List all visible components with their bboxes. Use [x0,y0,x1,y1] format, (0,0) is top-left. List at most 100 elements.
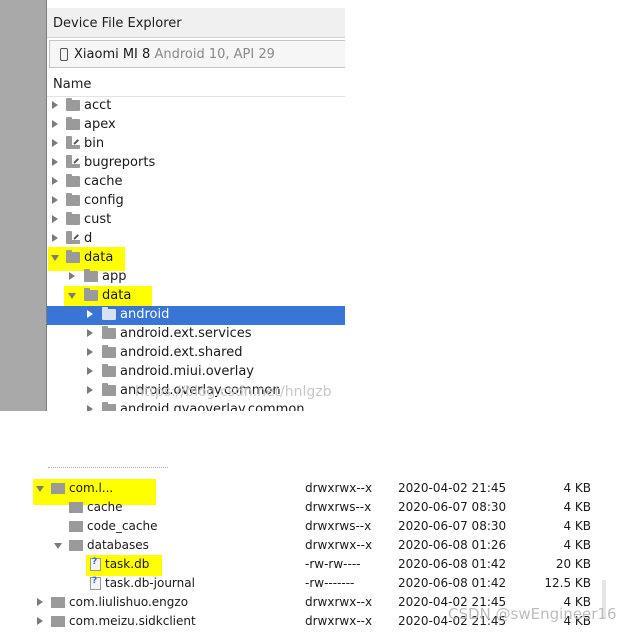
tree-item-label: data [102,288,132,303]
tree-item-acct[interactable]: acct [47,97,345,116]
folder-icon [69,521,83,532]
folder-icon [51,616,65,627]
collapse-arrow-icon[interactable] [51,255,59,261]
collapse-arrow-icon[interactable] [68,293,76,299]
file-permissions: drwxrws--x [305,500,372,514]
panel-title-bar: Device File Explorer [47,8,345,38]
folder-icon [102,364,116,377]
watermark-author: CSDN @swEngineer16 [448,605,617,623]
folder-link-icon [66,231,80,244]
expand-arrow-icon[interactable] [52,215,58,223]
tree-item-cust[interactable]: cust [47,211,345,230]
device-file-explorer-panel: Device File Explorer Xiaomi MI 8 Android… [0,0,345,411]
expand-arrow-icon[interactable] [87,348,93,356]
tree-item-cache[interactable]: cache [47,173,345,192]
file-date: 2020-06-08 01:26 [398,538,507,552]
folder-icon [102,345,116,358]
file-row[interactable]: code_cache drwxrws--x 2020-06-07 08:30 4… [0,518,639,537]
tree-item-data-sub[interactable]: data [47,287,345,306]
file-date: 2020-06-07 08:30 [398,500,507,514]
tree-item-android[interactable]: android [47,306,345,325]
device-selector[interactable]: Xiaomi MI 8 Android 10, API 29 [49,40,345,68]
expand-arrow-icon[interactable] [87,310,93,318]
tree-item-android-ext-shared[interactable]: android.ext.shared [47,344,345,363]
file-size: 4 KB [563,500,591,514]
folder-icon [51,483,65,494]
folder-icon [69,540,83,551]
expand-arrow-icon[interactable] [52,177,58,185]
tree-item-config[interactable]: config [47,192,345,211]
device-label: Xiaomi MI 8 Android 10, API 29 [74,47,275,62]
folder-icon [102,307,116,320]
tree-item-app[interactable]: app [47,268,345,287]
expand-arrow-icon[interactable] [69,272,75,280]
folder-icon [66,250,80,263]
folder-icon [51,597,65,608]
expand-arrow-icon[interactable] [52,120,58,128]
file-permissions: -rw------- [305,576,355,590]
expand-arrow-icon[interactable] [52,101,58,109]
folder-icon [66,117,80,130]
expand-arrow-icon[interactable] [52,234,58,242]
collapse-arrow-icon[interactable] [54,543,62,549]
expand-arrow-icon[interactable] [87,386,93,394]
folder-icon [66,193,80,206]
file-row[interactable]: task.db -rw-rw---- 2020-06-08 01:42 20 K… [0,556,639,575]
file-size: 4 KB [563,481,591,495]
expand-arrow-icon[interactable] [52,158,58,166]
file-row[interactable]: task.db-journal -rw------- 2020-06-08 01… [0,575,639,594]
tree-item-android-miui-overlay[interactable]: android.miui.overlay [47,363,345,382]
folder-link-icon [66,136,80,149]
expand-arrow-icon[interactable] [37,598,43,606]
expand-arrow-icon[interactable] [52,139,58,147]
file-name: com.meizu.sidkclient [69,614,196,628]
folder-icon [69,502,83,513]
tree-item-label: android.miui.overlay [120,364,254,379]
tree-item-d[interactable]: d [47,230,345,249]
expand-arrow-icon[interactable] [37,617,43,625]
expand-arrow-icon[interactable] [52,196,58,204]
file-name: task.db-journal [105,576,195,590]
file-row[interactable]: databases drwxrwx--x 2020-06-08 01:26 4 … [0,537,639,556]
phone-icon [60,48,68,61]
expand-arrow-icon[interactable] [87,405,93,411]
unknown-file-icon [90,557,101,571]
file-permissions: drwxrwx--x [305,481,373,495]
folder-icon [84,269,98,282]
tree-item-label: config [84,193,124,208]
tree-item-label: bin [84,136,105,151]
tree-item-android-ext-services[interactable]: android.ext.services [47,325,345,344]
tree-item-apex[interactable]: apex [47,116,345,135]
collapse-arrow-icon[interactable] [36,486,44,492]
file-size: 12.5 KB [544,576,591,590]
tree-item-bugreports[interactable]: bugreports [47,154,345,173]
file-name: code_cache [87,519,158,533]
column-name-label: Name [53,77,92,92]
tree-item-label: android [120,307,170,322]
file-row[interactable]: cache drwxrws--x 2020-06-07 08:30 4 KB [0,499,639,518]
file-name: task.db [105,557,150,571]
tree-item-label: android.ext.shared [120,345,243,360]
file-date: 2020-04-02 21:45 [398,481,507,495]
tree-item-bin[interactable]: bin [47,135,345,154]
folder-icon [102,383,116,396]
tree-item-label: acct [84,98,112,113]
expand-arrow-icon[interactable] [87,329,93,337]
tree-item-data[interactable]: data [47,249,345,268]
tree-item-android-qvaoverlay-common[interactable]: android.qvaoverlay.common [47,401,345,411]
panel-title: Device File Explorer [53,16,182,31]
file-row[interactable]: com.l... drwxrwx--x 2020-04-02 21:45 4 K… [0,480,639,499]
column-header[interactable]: Name [47,71,345,97]
tree-item-label: apex [84,117,116,132]
folder-icon [102,402,116,411]
expand-arrow-icon[interactable] [87,367,93,375]
folder-icon [66,212,80,225]
file-permissions: drwxrwx--x [305,538,373,552]
file-permissions: drwxrws--x [305,519,372,533]
file-list-panel: com.l... drwxrwx--x 2020-04-02 21:45 4 K… [0,462,639,634]
file-name: com.liulishuo.engzo [69,595,189,609]
folder-icon [66,174,80,187]
file-size: 4 KB [563,519,591,533]
tree-item-label: app [102,269,127,284]
folder-icon [84,288,98,301]
